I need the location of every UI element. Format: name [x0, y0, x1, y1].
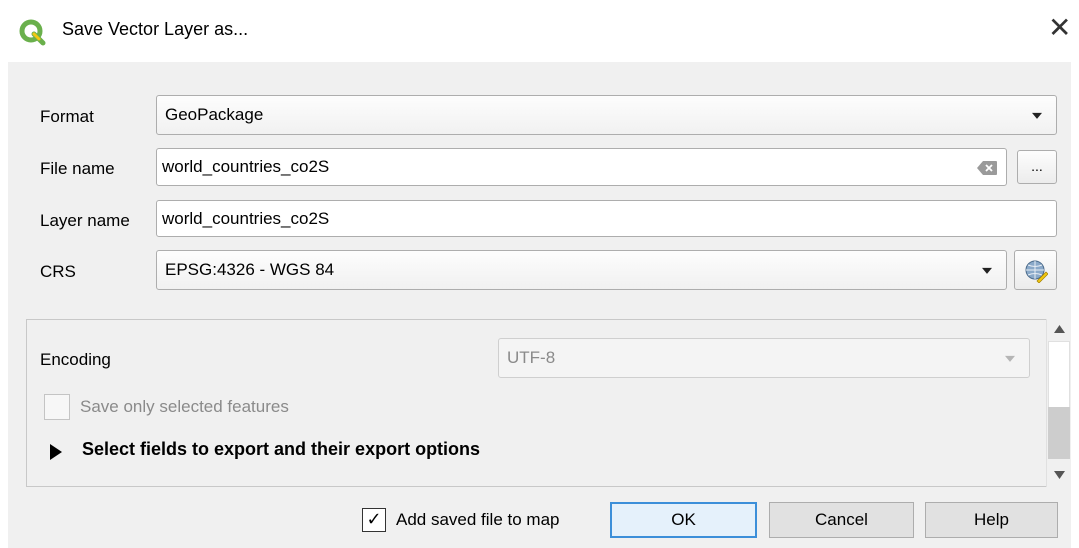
globe-pencil-icon: [1025, 260, 1048, 283]
chevron-down-icon: [1032, 112, 1042, 119]
encoding-value: UTF-8: [507, 348, 556, 367]
crs-select-button[interactable]: [1014, 250, 1057, 290]
scroll-down-icon[interactable]: [1054, 471, 1065, 479]
fields-section-header[interactable]: Select fields to export and their export…: [82, 439, 480, 460]
encoding-label: Encoding: [40, 350, 111, 369]
file-name-value: world_countries_co2S: [162, 157, 330, 176]
title-bar: Save Vector Layer as... ✕: [0, 0, 1079, 62]
chevron-down-icon: [1005, 355, 1015, 362]
file-name-input[interactable]: world_countries_co2S: [156, 148, 1007, 186]
crs-value: EPSG:4326 - WGS 84: [165, 260, 335, 279]
selected-only-label: Save only selected features: [80, 397, 289, 416]
encoding-select[interactable]: UTF-8: [498, 338, 1030, 378]
qgis-logo-icon: [19, 19, 46, 46]
add-to-map-checkbox[interactable]: ✓: [362, 508, 386, 532]
selected-only-checkbox[interactable]: [44, 394, 70, 420]
cancel-button[interactable]: Cancel: [769, 502, 914, 538]
layer-name-label: Layer name: [40, 211, 130, 230]
options-scrollbar[interactable]: [1046, 319, 1071, 487]
layer-name-input[interactable]: world_countries_co2S: [156, 200, 1057, 237]
crs-label: CRS: [40, 262, 76, 281]
format-select[interactable]: GeoPackage: [156, 95, 1057, 135]
expand-arrow-icon[interactable]: [49, 443, 63, 461]
help-button[interactable]: Help: [925, 502, 1058, 538]
close-icon[interactable]: ✕: [1048, 14, 1071, 42]
backspace-clear-icon[interactable]: [977, 161, 997, 175]
chevron-down-icon: [982, 267, 992, 274]
window-title: Save Vector Layer as...: [62, 19, 249, 39]
format-value: GeoPackage: [165, 105, 264, 124]
crs-select[interactable]: EPSG:4326 - WGS 84: [156, 250, 1007, 290]
layer-name-value: world_countries_co2S: [162, 208, 330, 228]
file-name-label: File name: [40, 159, 115, 178]
scroll-up-icon[interactable]: [1054, 325, 1065, 333]
format-label: Format: [40, 107, 94, 126]
add-to-map-label: Add saved file to map: [396, 510, 560, 529]
scrollbar-thumb[interactable]: [1048, 407, 1070, 459]
browse-button[interactable]: ...: [1017, 150, 1057, 184]
ok-button[interactable]: OK: [610, 502, 757, 538]
